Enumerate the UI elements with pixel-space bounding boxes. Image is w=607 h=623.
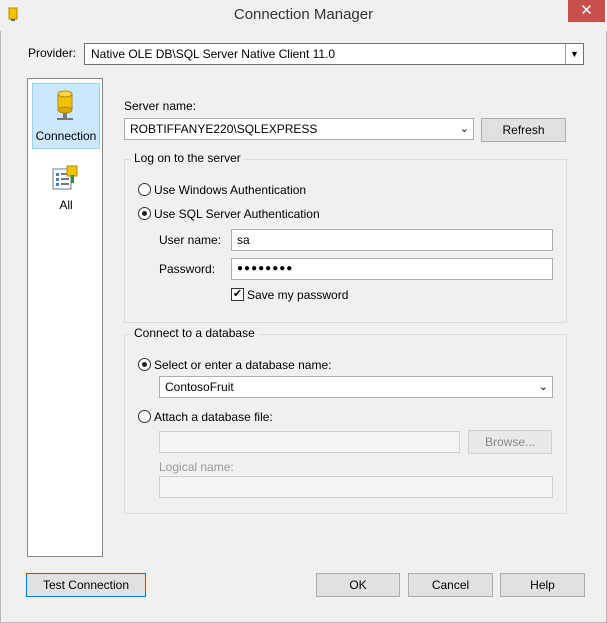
attach-database-radio[interactable] xyxy=(138,410,151,423)
ok-button[interactable]: OK xyxy=(316,573,400,597)
test-connection-button[interactable]: Test Connection xyxy=(26,573,146,597)
provider-value: Native OLE DB\SQL Server Native Client 1… xyxy=(91,47,336,61)
save-password-checkbox[interactable]: ✔ xyxy=(231,288,244,301)
sql-auth-radio[interactable] xyxy=(138,207,151,220)
server-name-combo[interactable]: ROBTIFFANYE220\SQLEXPRESS ⌄ xyxy=(124,118,474,140)
username-input[interactable]: sa xyxy=(231,229,553,251)
help-button[interactable]: Help xyxy=(500,573,585,597)
attach-database-label[interactable]: Attach a database file: xyxy=(154,410,273,424)
refresh-button[interactable]: Refresh xyxy=(481,118,566,142)
server-name-value: ROBTIFFANYE220\SQLEXPRESS xyxy=(130,122,318,136)
properties-list-icon xyxy=(32,165,100,194)
windows-auth-label[interactable]: Use Windows Authentication xyxy=(154,183,306,197)
chevron-down-icon[interactable]: ⌄ xyxy=(460,122,469,135)
sql-auth-label[interactable]: Use SQL Server Authentication xyxy=(154,207,320,221)
nav-item-connection[interactable]: Connection xyxy=(32,83,100,149)
logon-group-title: Log on to the server xyxy=(131,151,244,165)
database-value: ContosoFruit xyxy=(165,380,234,394)
select-database-label[interactable]: Select or enter a database name: xyxy=(154,358,331,372)
password-label: Password: xyxy=(159,262,216,276)
server-name-label: Server name: xyxy=(124,99,197,113)
logical-name-label: Logical name: xyxy=(159,460,234,474)
nav-label-all: All xyxy=(59,198,73,212)
database-cylinder-icon xyxy=(33,90,99,125)
username-label: User name: xyxy=(159,233,222,247)
cancel-button[interactable]: Cancel xyxy=(408,573,493,597)
select-database-radio[interactable] xyxy=(138,358,151,371)
nav-panel: Connection All xyxy=(27,78,103,557)
window-title: Connection Manager xyxy=(233,6,374,23)
provider-select[interactable]: Native OLE DB\SQL Server Native Client 1… xyxy=(84,43,584,65)
database-combo[interactable]: ContosoFruit ⌄ xyxy=(159,376,553,398)
nav-label-connection: Connection xyxy=(35,129,97,143)
chevron-down-icon[interactable]: ⌄ xyxy=(539,380,548,393)
windows-auth-radio[interactable] xyxy=(138,183,151,196)
password-input[interactable]: ●●●●●●●● xyxy=(231,258,553,280)
browse-button[interactable]: Browse... xyxy=(468,430,552,454)
provider-label: Provider: xyxy=(28,46,77,60)
save-password-label[interactable]: Save my password xyxy=(247,288,348,302)
chevron-down-icon[interactable]: ▼ xyxy=(565,44,583,64)
attach-file-input[interactable] xyxy=(159,431,460,453)
logical-name-input[interactable] xyxy=(159,476,553,498)
nav-item-all[interactable]: All xyxy=(32,165,100,221)
close-button[interactable]: ✕ xyxy=(568,0,605,22)
database-group-title: Connect to a database xyxy=(131,326,258,340)
